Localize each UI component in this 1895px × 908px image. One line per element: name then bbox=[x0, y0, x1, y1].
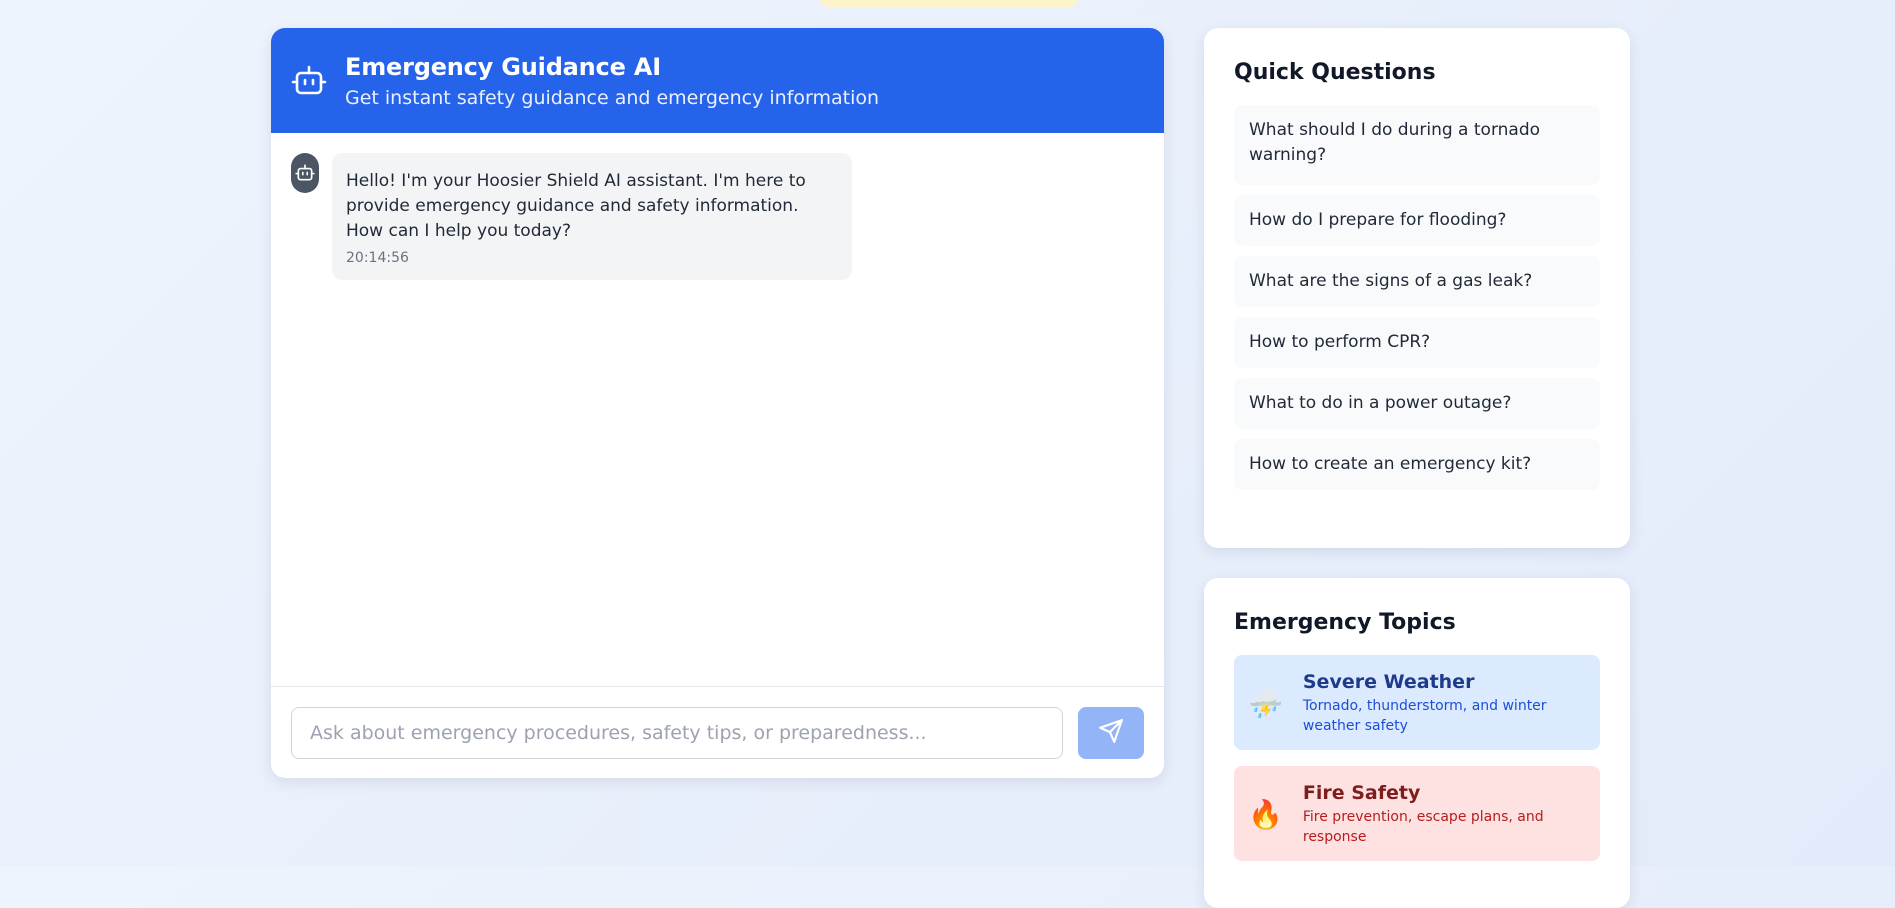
send-icon bbox=[1098, 718, 1124, 747]
message-bubble: Hello! I'm your Hoosier Shield AI assist… bbox=[332, 153, 852, 280]
quick-question-cpr[interactable]: How to perform CPR? bbox=[1234, 317, 1600, 368]
quick-question-power-outage[interactable]: What to do in a power outage? bbox=[1234, 378, 1600, 429]
topic-title: Severe Weather bbox=[1302, 671, 1475, 693]
robot-icon bbox=[291, 153, 319, 193]
quick-question-tornado[interactable]: What should I do during a tornado warnin… bbox=[1234, 105, 1600, 185]
chat-input[interactable] bbox=[291, 706, 1064, 759]
quick-questions-title: Quick Questions bbox=[1234, 60, 1436, 85]
topic-title: Fire Safety bbox=[1302, 782, 1421, 804]
chat-input-area bbox=[271, 686, 1164, 778]
topic-description: Fire prevention, escape plans, and respo… bbox=[1302, 809, 1544, 845]
chat-header: Emergency Guidance AI Get instant safety… bbox=[271, 28, 1164, 133]
send-button[interactable] bbox=[1078, 706, 1144, 759]
message-list: Hello! I'm your Hoosier Shield AI assist… bbox=[271, 133, 1164, 686]
quick-question-gas-leak[interactable]: What are the signs of a gas leak? bbox=[1234, 256, 1600, 307]
chat-subtitle: Get instant safety guidance and emergenc… bbox=[345, 86, 880, 109]
chat-title: Emergency Guidance AI bbox=[345, 52, 661, 81]
emergency-topics-title: Emergency Topics bbox=[1234, 610, 1456, 635]
bot-message: Hello! I'm your Hoosier Shield AI assist… bbox=[291, 153, 1144, 280]
message-timestamp: 20:14:56 bbox=[346, 250, 409, 266]
quick-question-flooding[interactable]: How do I prepare for flooding? bbox=[1234, 195, 1600, 246]
quick-questions-card: Quick Questions What should I do during … bbox=[1204, 28, 1630, 548]
topic-fire-safety[interactable]: 🔥 Fire Safety Fire prevention, escape pl… bbox=[1234, 766, 1600, 861]
topic-severe-weather[interactable]: ⛈️ Severe Weather Tornado, thunderstorm,… bbox=[1234, 655, 1600, 750]
storm-cloud-icon: ⛈️ bbox=[1248, 687, 1283, 720]
fire-icon: 🔥 bbox=[1248, 798, 1283, 831]
quick-question-emergency-kit[interactable]: How to create an emergency kit? bbox=[1234, 439, 1600, 490]
message-text: Hello! I'm your Hoosier Shield AI assist… bbox=[346, 171, 806, 241]
topic-description: Tornado, thunderstorm, and winter weathe… bbox=[1302, 698, 1547, 734]
emergency-topics-card: Emergency Topics ⛈️ Severe Weather Torna… bbox=[1204, 578, 1630, 908]
top-notification-banner bbox=[818, 0, 1080, 8]
chat-panel: Emergency Guidance AI Get instant safety… bbox=[271, 28, 1164, 778]
robot-icon bbox=[291, 63, 327, 99]
